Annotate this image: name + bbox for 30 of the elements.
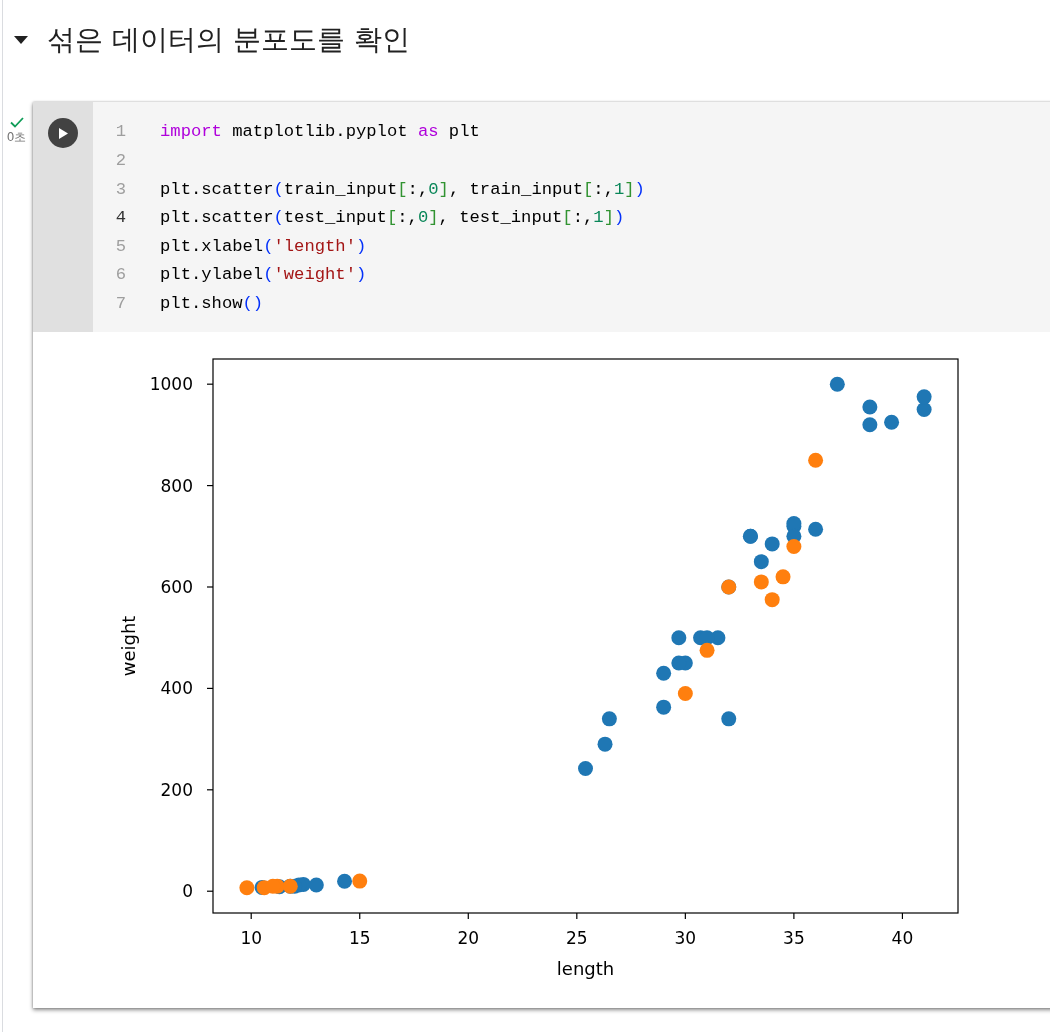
x-axis-label: length: [556, 957, 615, 979]
code-line: plt.scatter(test_input[:,0], test_input[:,1]): [160, 207, 625, 230]
line-number: 5: [114, 235, 126, 258]
code-line: import matplotlib.pyplot as plt: [160, 121, 480, 144]
y-axis-label: weight: [117, 615, 139, 677]
line-number: 3: [114, 178, 126, 201]
line-number: 7: [114, 292, 126, 315]
tick-label: 20: [457, 928, 480, 949]
tick-label: 15: [348, 928, 371, 949]
tick-label: 25: [566, 928, 588, 949]
tick-label: 200: [160, 779, 193, 800]
line-number: 2: [114, 150, 126, 172]
tick-label: 40: [891, 928, 914, 949]
execution-time: 0초: [6, 131, 27, 145]
code-line: plt.scatter(train_input[:,0], train_input[:,1]): [160, 178, 645, 201]
line-number: 6: [114, 264, 126, 287]
tick-label: 30: [674, 928, 697, 949]
tick-label: 600: [160, 577, 193, 598]
tick-label: 10: [240, 928, 263, 949]
tick-label: 0: [182, 881, 193, 902]
code-line: plt.ylabel('weight'): [160, 264, 367, 287]
code-line: plt.xlabel('length'): [160, 235, 367, 258]
line-number: 1: [114, 121, 126, 144]
tick-label: 1000: [149, 374, 193, 395]
line-number: 4: [114, 207, 126, 230]
code-line: plt.show(): [160, 292, 264, 315]
tick-label: 400: [160, 678, 193, 699]
section-title: 섞은 데이터의 분포도를 확인: [47, 23, 410, 57]
tick-label: 35: [783, 928, 805, 949]
tick-label: 800: [160, 475, 193, 496]
